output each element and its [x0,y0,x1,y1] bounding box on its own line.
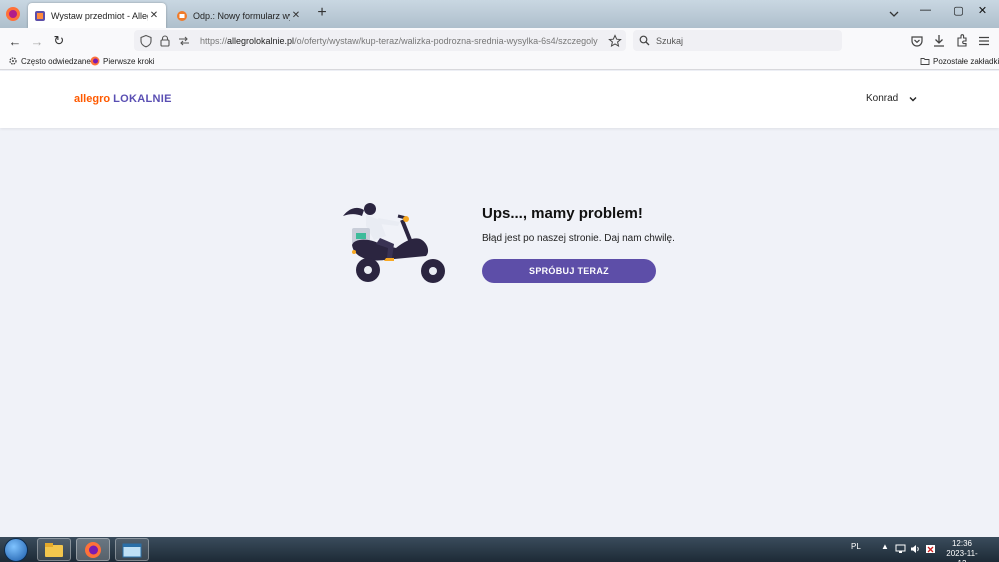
downloads-icon[interactable] [931,33,947,49]
folder-icon [45,542,63,557]
user-name: Konrad [866,93,899,104]
folder-icon [920,58,930,65]
bookmark-often-visited[interactable]: Często odwiedzane [8,56,91,66]
error-title: Ups..., mamy problem! [482,205,643,222]
bookmark-label: Często odwiedzane [21,56,91,66]
close-window-icon[interactable]: ✕ [966,0,999,20]
taskbar-window-app[interactable] [115,538,149,561]
windows-taskbar: PL ▲ 12:36 2023-11-12 [0,537,999,562]
tab-title: Odp.: Nowy formularz wystawiania [193,10,290,21]
firefox-menu-icon[interactable] [4,5,22,23]
allegro-lokalnie-logo[interactable]: allegro LOKALNIE [74,93,172,105]
error-message: Błąd jest po naszej stronie. Daj nam chw… [482,233,675,244]
permissions-icon[interactable] [177,34,191,48]
scooter-courier-illustration [343,203,445,283]
start-button[interactable] [4,538,28,562]
allegro-favicon-icon [35,10,45,21]
tracking-protection-icon[interactable] [139,34,153,48]
system-clock[interactable]: 12:36 2023-11-12 [942,539,982,562]
firefox-icon [90,56,100,66]
search-icon [639,35,650,46]
network-icon[interactable] [895,544,906,554]
close-tab-icon[interactable]: ✕ [148,10,160,21]
reload-icon[interactable]: ↻ [51,33,67,49]
bookmark-label: Pierwsze kroki [103,56,155,66]
bookmark-label: Pozostałe zakładki [933,56,999,66]
volume-icon[interactable] [910,544,921,554]
url-prefix: https:// [200,35,228,46]
extensions-icon[interactable] [954,33,970,49]
search-placeholder: Szukaj [656,35,684,46]
logo-suffix: LOKALNIE [113,93,172,105]
show-hidden-icons-icon[interactable]: ▲ [881,542,889,551]
bookmark-other[interactable]: Pozostałe zakładki [920,56,999,66]
mail-favicon-icon [177,10,187,21]
window-icon [122,543,142,557]
url-path: /o/oferty/wystaw/kup-teraz/walizka-podro… [294,35,598,46]
taskbar-firefox[interactable] [76,538,110,561]
tab-strip: Wystaw przedmiot - Allegro Lokalnie ✕ Od… [0,0,999,28]
pocket-icon[interactable] [909,33,925,49]
close-tab-icon[interactable]: ✕ [290,10,302,21]
back-icon[interactable]: ← [7,33,23,49]
url-text: https://allegrolokalnie.pl/o/oferty/wyst… [200,36,608,46]
taskbar-explorer[interactable] [37,538,71,561]
new-tab-icon[interactable]: + [314,5,330,21]
tab-reply[interactable]: Odp.: Nowy formularz wystawiania ✕ [170,3,308,28]
tab-title: Wystaw przedmiot - Allegro Lokalnie [51,10,148,21]
minimize-icon[interactable]: — [909,0,942,20]
chevron-down-icon [909,96,917,101]
url-host: allegrolokalnie.pl [227,35,295,46]
list-tabs-icon[interactable] [887,8,901,20]
forward-icon[interactable]: → [29,33,45,49]
clock-time: 12:36 [951,539,973,548]
search-input[interactable]: Szukaj [633,30,842,51]
site-header: allegro LOKALNIE Konrad [0,71,999,128]
clock-date: 2023-11-12 [946,549,978,562]
retry-button[interactable]: SPRÓBUJ TERAZ [482,259,656,283]
firefox-icon [85,541,101,558]
navigation-toolbar: ← → ↻ https://allegrolokalnie.pl/o/ofert… [0,28,999,54]
bookmarks-bar: Często odwiedzane Pierwsze kroki Pozosta… [0,54,999,70]
bookmark-star-icon[interactable] [608,33,622,48]
gear-icon [9,57,17,65]
action-center-icon[interactable] [925,544,936,554]
logo-brand: allegro [74,93,111,105]
menu-icon[interactable] [976,33,992,49]
language-indicator[interactable]: PL [851,542,861,551]
address-bar[interactable]: https://allegrolokalnie.pl/o/oferty/wyst… [134,30,626,51]
user-menu[interactable]: Konrad [866,93,918,104]
bookmark-first-steps[interactable]: Pierwsze kroki [90,56,155,66]
tab-allegro[interactable]: Wystaw przedmiot - Allegro Lokalnie ✕ [28,3,166,28]
lock-icon[interactable] [158,34,172,48]
